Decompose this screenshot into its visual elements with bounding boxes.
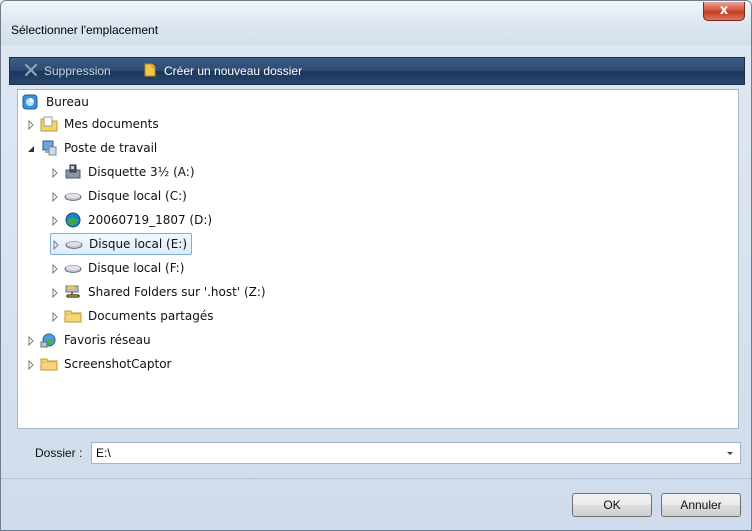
optical-drive-icon bbox=[64, 212, 82, 228]
expand-arrow-icon[interactable] bbox=[50, 191, 60, 203]
folder-icon bbox=[40, 356, 58, 372]
tree-item-label: Documents partagés bbox=[88, 309, 214, 323]
tree-item-favoris-reseau[interactable]: Favoris réseau bbox=[26, 330, 151, 350]
folder-icon bbox=[64, 308, 82, 324]
new-folder-button[interactable]: Créer un nouveau dossier bbox=[142, 58, 302, 84]
tree-item-mes-documents[interactable]: Mes documents bbox=[26, 114, 159, 134]
delete-label: Suppression bbox=[44, 64, 111, 78]
folder-input[interactable] bbox=[96, 446, 696, 460]
expand-arrow-icon[interactable] bbox=[26, 335, 36, 347]
tree-item-documents-partages[interactable]: Documents partagés bbox=[50, 306, 213, 326]
expand-arrow-icon[interactable] bbox=[50, 287, 60, 299]
close-icon: x bbox=[719, 3, 729, 18]
tree-item-label: Poste de travail bbox=[64, 141, 158, 155]
delete-icon bbox=[24, 63, 38, 80]
tree-item-disque-e[interactable]: Disque local (E:) bbox=[50, 233, 193, 255]
tree-item-label: Mes documents bbox=[64, 117, 159, 131]
title-bar[interactable]: Sélectionner l'emplacement x bbox=[1, 1, 751, 45]
tree-item-disquette[interactable]: Disquette 3½ (A:) bbox=[50, 162, 195, 182]
hard-drive-icon bbox=[64, 188, 82, 204]
dialog-window: Sélectionner l'emplacement x Suppression… bbox=[0, 0, 752, 531]
toolbar: Suppression Créer un nouveau dossier bbox=[9, 57, 745, 85]
network-places-icon bbox=[40, 332, 58, 348]
new-folder-icon bbox=[142, 62, 158, 81]
tree-item-disque-c[interactable]: Disque local (C:) bbox=[50, 186, 187, 206]
new-folder-label: Créer un nouveau dossier bbox=[164, 64, 303, 78]
desktop-icon bbox=[22, 94, 40, 110]
hard-drive-icon bbox=[64, 260, 82, 276]
expand-arrow-icon[interactable] bbox=[50, 167, 60, 179]
expand-arrow-icon[interactable] bbox=[26, 119, 36, 131]
ok-button[interactable]: OK bbox=[572, 493, 652, 517]
collapse-arrow-icon[interactable] bbox=[26, 143, 36, 153]
tree-item-label: 20060719_1807 (D:) bbox=[88, 213, 213, 227]
tree-item-screenshotcaptor[interactable]: ScreenshotCaptor bbox=[26, 354, 172, 374]
documents-folder-icon bbox=[40, 116, 58, 132]
tree-item-label: Bureau bbox=[46, 95, 89, 109]
hard-drive-icon bbox=[65, 236, 83, 252]
expand-arrow-icon[interactable] bbox=[26, 359, 36, 371]
expand-arrow-icon[interactable] bbox=[51, 239, 61, 251]
delete-button[interactable]: Suppression bbox=[24, 58, 111, 84]
tree-item-20060719-1807[interactable]: 20060719_1807 (D:) bbox=[50, 210, 212, 230]
tree-item-label: Disquette 3½ (A:) bbox=[88, 165, 195, 179]
tree-item-label: Disque local (F:) bbox=[88, 261, 185, 275]
tree-item-poste-de-travail[interactable]: Poste de travail bbox=[26, 138, 157, 158]
expand-arrow-icon[interactable] bbox=[50, 263, 60, 275]
tree-item-bureau[interactable]: Bureau bbox=[22, 92, 89, 112]
close-button[interactable]: x bbox=[703, 2, 745, 21]
cancel-button[interactable]: Annuler bbox=[661, 493, 741, 517]
tree-item-disque-f[interactable]: Disque local (F:) bbox=[50, 258, 184, 278]
tree-item-label: Favoris réseau bbox=[64, 333, 151, 347]
tree-item-label: Disque local (C:) bbox=[88, 189, 187, 203]
network-drive-icon bbox=[64, 284, 82, 300]
folder-tree[interactable]: Bureau Mes documents Poste de travail Di… bbox=[17, 89, 739, 429]
expand-arrow-icon[interactable] bbox=[50, 311, 60, 323]
chevron-down-icon[interactable] bbox=[724, 447, 736, 459]
floppy-drive-icon bbox=[64, 164, 82, 180]
tree-item-shared-folders[interactable]: Shared Folders sur '.host' (Z:) bbox=[50, 282, 266, 302]
window-title: Sélectionner l'emplacement bbox=[11, 23, 159, 37]
folder-combobox[interactable] bbox=[91, 442, 741, 464]
tree-item-label: ScreenshotCaptor bbox=[64, 357, 172, 371]
footer-separator bbox=[1, 478, 751, 479]
computer-icon bbox=[40, 140, 58, 156]
tree-item-label: Shared Folders sur '.host' (Z:) bbox=[88, 285, 266, 299]
tree-item-label: Disque local (E:) bbox=[89, 237, 188, 251]
expand-arrow-icon[interactable] bbox=[50, 215, 60, 227]
folder-label: Dossier : bbox=[35, 446, 83, 460]
